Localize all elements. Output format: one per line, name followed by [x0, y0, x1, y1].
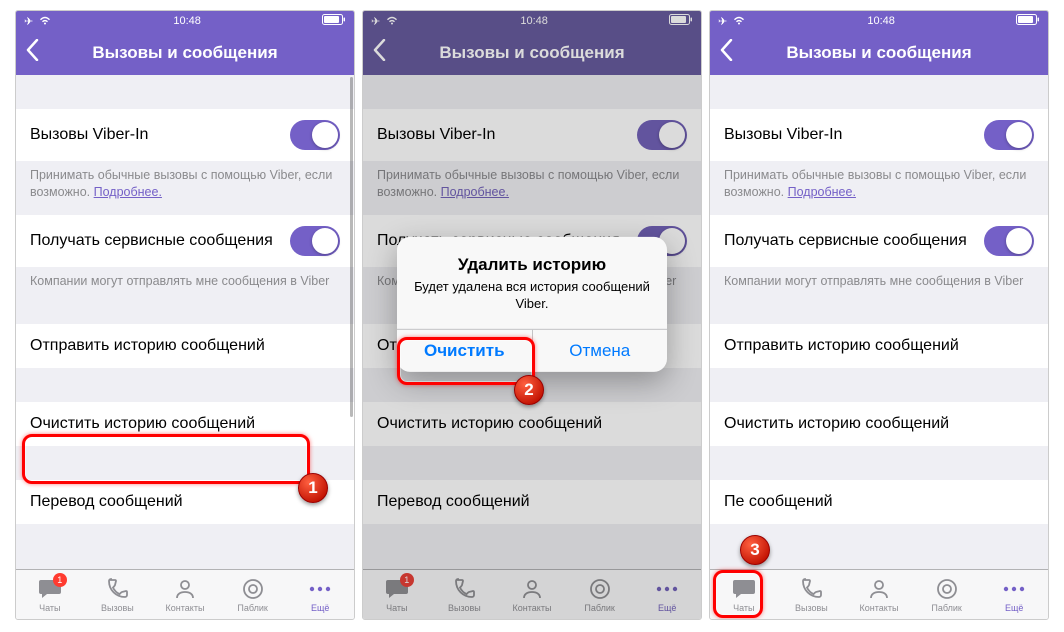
back-icon[interactable]: [720, 39, 733, 68]
navigation-bar: Вызовы и сообщения: [710, 31, 1048, 75]
badge-count: 1: [53, 573, 67, 587]
more-icon: [1001, 576, 1027, 602]
clear-history-label: Очистить историю сообщений: [30, 415, 340, 433]
battery-icon: [322, 14, 346, 28]
settings-content: Вызовы Viber-In Принимать обычные вызовы…: [710, 75, 1048, 569]
contact-icon: [866, 576, 892, 602]
tab-bar: 1 Чаты Вызовы Контакты Паблик Ещё: [16, 569, 354, 619]
viber-in-row[interactable]: Вызовы Viber-In: [710, 109, 1048, 161]
chat-icon: [731, 576, 757, 602]
alert-cancel-button[interactable]: Отмена: [533, 330, 668, 372]
clear-history-row[interactable]: Очистить историю сообщений: [16, 402, 354, 446]
tab-contacts[interactable]: Контакты: [845, 570, 913, 619]
battery-icon: [1016, 14, 1040, 28]
translate-row[interactable]: Пе сообщений: [710, 480, 1048, 524]
navigation-bar: Вызовы и сообщения: [16, 31, 354, 75]
service-msgs-footer: Компании могут отправлять мне сообщения …: [16, 267, 354, 304]
viber-in-footer: Принимать обычные вызовы с помощью Viber…: [710, 161, 1048, 215]
callout-badge-1: 1: [298, 473, 328, 503]
public-icon: [934, 576, 960, 602]
tab-chats[interactable]: 1 Чаты: [16, 570, 84, 619]
learn-more-link[interactable]: Подробнее.: [94, 185, 162, 199]
status-time: 10:48: [173, 15, 201, 27]
alert-title: Удалить историю: [413, 255, 651, 275]
back-icon[interactable]: [26, 39, 39, 68]
screenshot-3: ✈︎ 10:48 Вызовы и сообщения Вызовы Viber…: [709, 10, 1049, 620]
viber-in-label: Вызовы Viber-In: [30, 126, 290, 144]
send-history-label: Отправить историю сообщений: [30, 337, 340, 355]
callout-badge-3: 3: [740, 535, 770, 565]
alert-confirm-button[interactable]: Очистить: [397, 330, 533, 372]
more-icon: [307, 576, 333, 602]
tab-calls[interactable]: Вызовы: [84, 570, 152, 619]
translate-label: Перевод сообщений: [30, 493, 340, 511]
scroll-indicator: [350, 77, 353, 417]
nav-title: Вызовы и сообщения: [16, 43, 354, 63]
service-msgs-row[interactable]: Получать сервисные сообщения: [16, 215, 354, 267]
screenshot-2: ✈︎ 10:48 Вызовы и сообщения Вызовы Viber…: [362, 10, 702, 620]
toggle-on-icon[interactable]: [984, 120, 1034, 150]
status-time: 10:48: [867, 15, 895, 27]
alert-message: Будет удалена вся история сообщений Vibe…: [413, 279, 651, 313]
clear-history-row[interactable]: Очистить историю сообщений: [710, 402, 1048, 446]
tab-more[interactable]: Ещё: [980, 570, 1048, 619]
nav-title: Вызовы и сообщения: [710, 43, 1048, 63]
send-history-row[interactable]: Отправить историю сообщений: [710, 324, 1048, 368]
tab-bar: Чаты Вызовы Контакты Паблик Ещё: [710, 569, 1048, 619]
service-msgs-row[interactable]: Получать сервисные сообщения: [710, 215, 1048, 267]
service-msgs-label: Получать сервисные сообщения: [30, 232, 290, 250]
airplane-icon: ✈︎: [718, 15, 727, 28]
viber-in-footer: Принимать обычные вызовы с помощью Viber…: [16, 161, 354, 215]
tab-calls[interactable]: Вызовы: [778, 570, 846, 619]
airplane-icon: ✈︎: [24, 15, 33, 28]
toggle-on-icon[interactable]: [290, 120, 340, 150]
contact-icon: [172, 576, 198, 602]
toggle-on-icon[interactable]: [290, 226, 340, 256]
service-msgs-footer: Компании могут отправлять мне сообщения …: [710, 267, 1048, 304]
tab-public[interactable]: Паблик: [219, 570, 287, 619]
status-bar: ✈︎ 10:48: [710, 11, 1048, 31]
toggle-on-icon[interactable]: [984, 226, 1034, 256]
wifi-icon: [732, 15, 746, 28]
status-bar: ✈︎ 10:48: [16, 11, 354, 31]
send-history-row[interactable]: Отправить историю сообщений: [16, 324, 354, 368]
tab-contacts[interactable]: Контакты: [151, 570, 219, 619]
tab-public[interactable]: Паблик: [913, 570, 981, 619]
screenshot-1: ✈︎ 10:48 Вызовы и сообщения Вызовы Viber…: [15, 10, 355, 620]
tab-chats[interactable]: Чаты: [710, 570, 778, 619]
delete-history-alert: Удалить историю Будет удалена вся истори…: [397, 237, 667, 372]
public-icon: [240, 576, 266, 602]
viber-in-row[interactable]: Вызовы Viber-In: [16, 109, 354, 161]
tab-more[interactable]: Ещё: [286, 570, 354, 619]
phone-icon: [798, 576, 824, 602]
learn-more-link[interactable]: Подробнее.: [788, 185, 856, 199]
callout-badge-2: 2: [514, 375, 544, 405]
phone-icon: [104, 576, 130, 602]
wifi-icon: [38, 15, 52, 28]
